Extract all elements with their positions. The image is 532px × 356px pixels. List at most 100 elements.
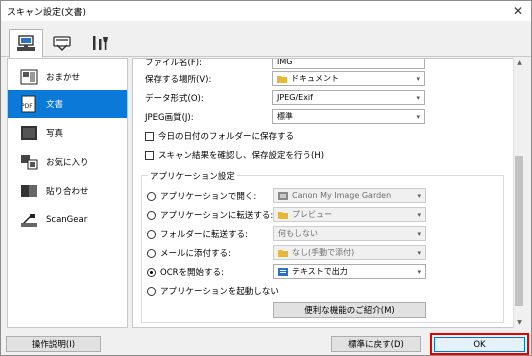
option-open-app[interactable]: アプリケーションで開く: [147,188,256,204]
sidebar-item-label: おまかせ [46,73,81,83]
tab-general-settings[interactable] [83,29,117,57]
start-ocr-value: テキストで出力 [292,267,348,276]
tab-bar [1,21,531,58]
folder-icon [278,249,288,257]
option-label: メールに添付する: [160,249,231,259]
auto-icon [18,67,40,87]
scan-mode-list: おまかせ PDF 文書 写真 お気に入り 貼り合わせ ScanGear [7,58,128,328]
sidebar-item-stitch[interactable]: 貼り合わせ [8,177,127,205]
radio-send-to-folder[interactable] [147,229,156,239]
send-to-app-select[interactable]: プレビュー ▾ [273,207,426,222]
restore-defaults-button[interactable]: 標準に戻す(D) [331,336,421,352]
filename-value: IMG [277,58,293,66]
format-value: JPEG/Exif [277,93,313,102]
filename-label: ファイル名(F): [145,58,202,68]
option-send-to-folder[interactable]: フォルダーに転送する: [147,226,248,242]
option-label: アプリケーションで開く: [160,192,257,202]
radio-send-to-app[interactable] [147,210,156,220]
radio-start-ocr[interactable] [147,267,156,277]
chevron-down-icon: ▾ [416,94,420,102]
save-in-row: 保存する場所(V): [145,71,211,87]
attach-email-select[interactable]: なし(手動で添付) ▾ [273,245,426,260]
option-label: OCRを開始する: [160,268,224,278]
settings-scrollbar[interactable]: ▲ ▼ [513,58,524,328]
subfolder-checkbox[interactable] [145,131,154,141]
chevron-down-icon: ▾ [416,113,420,121]
ok-button[interactable]: OK [434,337,525,352]
option-attach-email[interactable]: メールに添付する: [147,245,231,261]
tools-icon [93,36,108,50]
save-in-value: ドキュメント [291,74,339,83]
sidebar-item-auto[interactable]: おまかせ [8,63,127,91]
chevron-down-icon: ▾ [417,249,421,257]
chevron-down-icon: ▾ [417,192,421,200]
format-label: データ形式(O): [145,94,204,104]
sidebar-item-photo[interactable]: 写真 [8,119,127,147]
ocr-icon [278,267,288,276]
confirm-label: スキャン結果を確認し、保存設定を行う(H) [158,151,325,161]
confirm-checkbox-row[interactable]: スキャン結果を確認し、保存設定を行う(H) [145,147,324,163]
folder-icon [278,211,288,219]
settings-panel: ファイル名(F): IMG 保存する場所(V): ドキュメント ▾ データ形式(… [132,58,519,328]
app-icon [278,191,288,200]
tab-scan-from-computer[interactable] [9,29,43,58]
format-select[interactable]: JPEG/Exif ▾ [272,90,425,105]
scroll-down-icon[interactable]: ▼ [514,318,525,328]
filename-row: ファイル名(F): [145,58,202,70]
close-icon[interactable]: ✕ [505,1,531,21]
photo-icon [18,123,40,143]
option-do-not-start[interactable]: アプリケーションを起動しない [147,283,279,299]
scroll-up-icon[interactable]: ▲ [514,58,525,68]
computer-scan-icon [17,34,35,51]
scan-settings-dialog: スキャン設定(文書) ✕ おまかせ PDF 文書 写真 お気に入り 貼り合わせ … [0,0,532,356]
option-send-to-app[interactable]: アプリケーションに転送する: [147,207,273,223]
scanner-panel-icon [53,36,71,51]
filename-input[interactable]: IMG [272,58,425,69]
radio-open-app[interactable] [147,191,156,201]
instructions-button[interactable]: 操作説明(I) [6,336,101,352]
subfolder-checkbox-row[interactable]: 今日の日付のフォルダーに保存する [145,128,294,144]
scrollbar-thumb[interactable] [515,156,523,306]
option-label: フォルダーに転送する: [160,230,248,240]
sidebar-item-favorites[interactable]: お気に入り [8,148,127,176]
stitch-icon [18,181,40,201]
format-row: データ形式(O): [145,90,204,106]
application-settings-group: アプリケーション設定 アプリケーションで開く: Canon My Image G… [141,170,504,323]
sidebar-item-document[interactable]: PDF 文書 [8,90,127,118]
radio-attach-email[interactable] [147,248,156,258]
chevron-down-icon: ▾ [417,230,421,238]
tab-scan-from-panel[interactable] [45,29,79,57]
option-label: アプリケーションを起動しない [160,287,279,297]
title-bar: スキャン設定(文書) ✕ [1,1,531,21]
sidebar-item-label: お気に入り [46,158,89,168]
scangear-icon [18,210,40,230]
jpeg-quality-row: JPEG画質(J): [145,109,194,125]
send-to-folder-select[interactable]: 何もしない ▾ [273,226,426,241]
jpeg-quality-select[interactable]: 標準 ▾ [272,109,425,124]
subfolder-label: 今日の日付のフォルダーに保存する [158,132,295,142]
sidebar-item-label: 文書 [46,100,64,110]
chevron-down-icon: ▾ [417,211,421,219]
sidebar-item-scangear[interactable]: ScanGear [8,206,127,234]
group-title: アプリケーション設定 [148,170,237,182]
save-in-select[interactable]: ドキュメント ▾ [272,71,425,86]
open-app-select[interactable]: Canon My Image Garden ▾ [273,188,426,203]
more-functions-button[interactable]: 便利な機能のご紹介(M) [273,302,426,318]
jpeg-quality-label: JPEG画質(J): [145,113,194,123]
document-icon: PDF [18,94,40,114]
radio-do-not-start[interactable] [147,286,156,296]
save-in-label: 保存する場所(V): [145,75,212,85]
jpeg-quality-value: 標準 [277,112,293,121]
chevron-down-icon: ▾ [416,75,420,83]
send-to-app-value: プレビュー [292,210,332,219]
window-title: スキャン設定(文書) [7,8,87,18]
start-ocr-select[interactable]: テキストで出力 ▾ [273,264,426,279]
folder-icon [277,75,287,83]
send-to-folder-value: 何もしない [278,229,318,238]
attach-email-value: なし(手動で添付) [292,248,355,257]
sidebar-item-label: 写真 [46,129,64,139]
option-start-ocr[interactable]: OCRを開始する: [147,264,224,280]
sidebar-item-label: 貼り合わせ [46,187,89,197]
confirm-checkbox[interactable] [145,150,154,160]
open-app-value: Canon My Image Garden [292,191,392,200]
